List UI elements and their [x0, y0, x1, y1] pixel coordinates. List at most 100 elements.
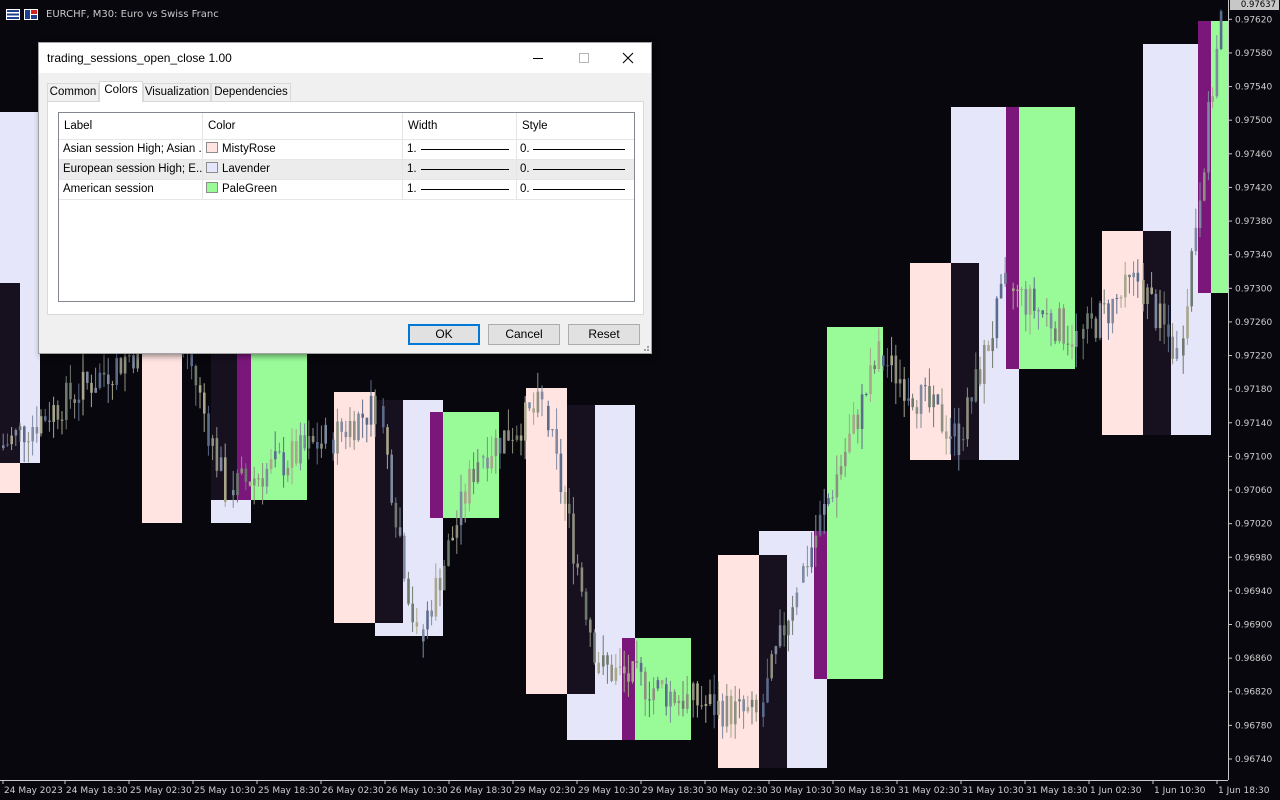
- candle-body: [602, 655, 605, 667]
- menu-icon[interactable]: [6, 8, 20, 20]
- candle-body: [551, 429, 554, 431]
- candle-body: [945, 431, 948, 439]
- candle-body: [198, 385, 202, 393]
- column-header-label[interactable]: Label: [59, 113, 203, 139]
- time-tick-label: 25 May 10:30: [194, 786, 256, 796]
- candle-body: [86, 371, 89, 383]
- time-tick-label: 1 Jun 10:30: [1154, 786, 1206, 796]
- price-tick-label: 0.96940: [1235, 587, 1272, 597]
- candle-body: [806, 566, 809, 568]
- candle-body: [559, 453, 563, 492]
- ok-button[interactable]: OK: [408, 324, 480, 345]
- cancel-button[interactable]: Cancel: [488, 324, 560, 345]
- candle-body: [890, 355, 893, 366]
- candle-body: [115, 357, 118, 385]
- candle-body: [1158, 303, 1162, 329]
- candle-body: [411, 603, 414, 623]
- candle-body: [532, 408, 535, 413]
- candle-body: [253, 478, 256, 486]
- candle-body: [770, 654, 773, 679]
- candle-body: [877, 341, 881, 370]
- width-select[interactable]: 1.: [403, 160, 517, 179]
- price-tick-label: 0.97500: [1235, 116, 1272, 126]
- candle-body: [365, 417, 369, 425]
- table-row[interactable]: American session PaleGreen 1. 0.: [59, 180, 634, 200]
- candle-body: [299, 435, 302, 464]
- style-select[interactable]: 0.: [517, 180, 634, 199]
- column-header-style[interactable]: Style: [517, 113, 634, 139]
- minimize-button[interactable]: [515, 43, 561, 73]
- candle-body: [783, 625, 786, 636]
- candle-body: [568, 503, 571, 514]
- candle-body: [795, 592, 799, 608]
- close-button[interactable]: [605, 43, 651, 73]
- column-header-width[interactable]: Width: [403, 113, 517, 139]
- width-select[interactable]: 1.: [403, 140, 517, 159]
- candle-body: [696, 683, 699, 706]
- time-tick-label: 26 May 02:30: [322, 786, 384, 796]
- column-header-color[interactable]: Color: [203, 113, 403, 139]
- price-tick-label: 0.96900: [1235, 621, 1272, 631]
- candle-body: [540, 391, 544, 400]
- candle-body: [1033, 288, 1036, 311]
- time-tick-label: 29 May 10:30: [578, 786, 640, 796]
- price-tick-label: 0.97100: [1235, 452, 1272, 462]
- candle-body: [704, 703, 708, 706]
- price-tick-label: 0.97220: [1235, 352, 1272, 362]
- candle-body: [1182, 338, 1185, 356]
- candle-body: [65, 382, 68, 421]
- time-tick-label: 30 May 18:30: [834, 786, 896, 796]
- candle-body: [919, 385, 923, 414]
- color-picker[interactable]: Lavender: [203, 160, 403, 179]
- table-row[interactable]: European session High; E... Lavender 1. …: [59, 160, 634, 180]
- candle-body: [60, 419, 64, 421]
- chart-flag-icon[interactable]: [24, 8, 38, 20]
- candle-body: [1186, 306, 1189, 339]
- tab-common[interactable]: Common: [47, 83, 99, 101]
- style-line-preview: [533, 149, 625, 150]
- tab-colors[interactable]: Colors: [99, 81, 143, 102]
- candle-body: [111, 384, 114, 386]
- candle-body: [907, 398, 910, 401]
- colors-tab-panel: Label Color Width Style Asian session Hi…: [47, 101, 644, 315]
- candle-body: [1154, 293, 1158, 329]
- candle-body: [332, 439, 335, 454]
- price-tick-label: 0.97140: [1235, 419, 1272, 429]
- style-select[interactable]: 0.: [517, 140, 634, 159]
- reset-button[interactable]: Reset: [568, 324, 640, 345]
- candle-body: [721, 700, 724, 727]
- candle-body: [307, 436, 311, 449]
- candle-body: [490, 456, 493, 469]
- candle-body: [563, 491, 567, 504]
- candle-body: [966, 397, 969, 440]
- color-name: Lavender: [222, 163, 270, 175]
- color-picker[interactable]: MistyRose: [203, 140, 403, 159]
- tab-dependencies[interactable]: Dependencies: [211, 83, 291, 101]
- candle-body: [631, 661, 634, 682]
- tab-visualization[interactable]: Visualization: [143, 83, 211, 101]
- candle-body: [248, 481, 252, 486]
- candle-body: [374, 395, 377, 425]
- candle-body: [31, 427, 34, 442]
- candle-body: [369, 395, 373, 425]
- color-picker[interactable]: PaleGreen: [203, 180, 403, 199]
- resize-grip-icon[interactable]: [640, 342, 650, 352]
- candle-body: [953, 423, 956, 437]
- candle-body: [1107, 303, 1110, 324]
- candle-body: [27, 441, 30, 443]
- price-tick-label: 0.97620: [1235, 15, 1272, 25]
- width-select[interactable]: 1.: [403, 180, 517, 199]
- price-tick-label: 0.97020: [1235, 520, 1272, 530]
- candle-body: [472, 468, 475, 483]
- dialog-titlebar[interactable]: trading_sessions_open_close 1.00: [39, 43, 651, 73]
- candle-body: [1062, 308, 1065, 344]
- table-row[interactable]: Asian session High; Asian ... MistyRose …: [59, 140, 634, 160]
- candle-body: [511, 439, 514, 441]
- candle-body: [957, 423, 961, 456]
- width-line-preview: [421, 189, 509, 190]
- candle-body: [673, 691, 676, 704]
- maximize-button[interactable]: [561, 43, 607, 73]
- style-select[interactable]: 0.: [517, 160, 634, 179]
- candle-body: [77, 399, 81, 403]
- candle-body: [434, 577, 438, 617]
